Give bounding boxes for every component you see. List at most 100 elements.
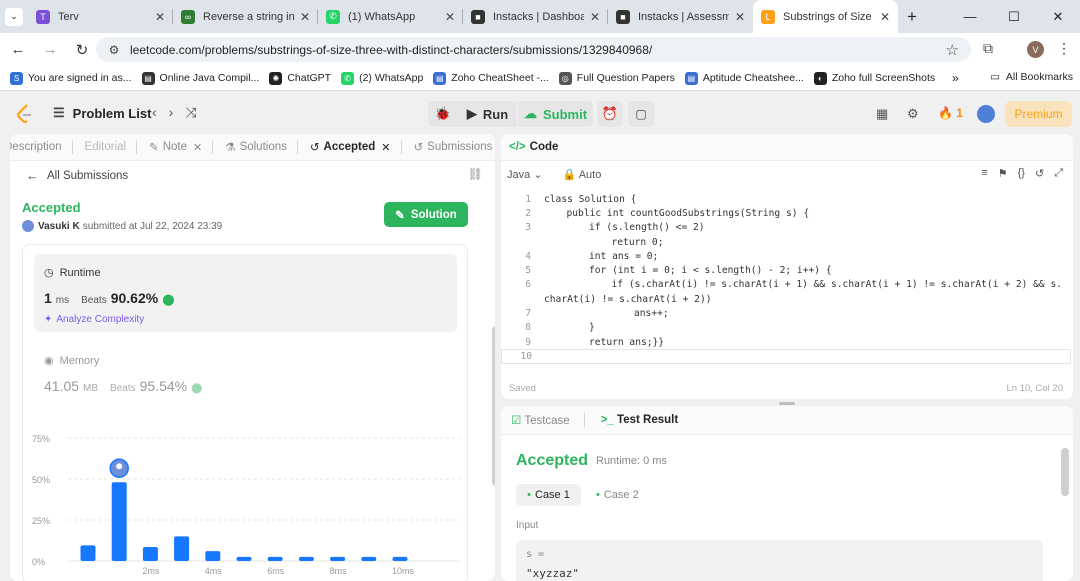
browser-tab[interactable]: ■ Instacks | Assessment ✕ (608, 0, 753, 33)
browser-tab[interactable]: ✆ (1) WhatsApp ✕ (318, 0, 463, 33)
bookmark-item[interactable]: ▤ Aptitude Cheatshee... (684, 71, 804, 85)
site-info-icon[interactable]: ⚙ (102, 43, 126, 57)
maximize-button[interactable]: ☐ (992, 0, 1036, 33)
leetcode-logo-icon[interactable] (16, 104, 34, 124)
next-problem-icon[interactable]: › (169, 104, 174, 121)
code-line[interactable]: 4 int ans = 0; (501, 249, 1073, 263)
run-button[interactable]: ▶ Run (458, 101, 517, 127)
tab-note[interactable]: ✎ Note ✕ (149, 140, 202, 154)
link-icon[interactable]: ⛓ (468, 167, 483, 181)
url-field[interactable]: ⚙ leetcode.com/problems/substrings-of-si… (96, 37, 971, 62)
chart-bar[interactable] (330, 556, 346, 561)
bookmark-item[interactable]: ◎ Full Question Papers (558, 71, 675, 85)
fullscreen-icon[interactable]: ⤢ (1054, 167, 1063, 180)
tab-accepted[interactable]: ↺ Accepted ✕ (310, 140, 391, 154)
auto-mode-toggle[interactable]: 🔒 Auto (563, 168, 602, 181)
tab-search-button[interactable]: ⌄ (0, 0, 28, 33)
code-line[interactable]: 1 class Solution { (501, 192, 1073, 206)
tab-editorial[interactable]: Editorial (85, 141, 127, 153)
forward-button[interactable]: → (36, 36, 64, 64)
tab-test-result[interactable]: >_ Test Result (601, 414, 678, 426)
bookmark-item[interactable]: ▤ Zoho CheatSheet -... (433, 71, 549, 85)
close-tab-icon[interactable]: ✕ (155, 10, 165, 24)
chart-bar[interactable] (111, 482, 127, 561)
chart-bar[interactable] (361, 556, 377, 561)
bookmark-star-icon[interactable]: ☆ (946, 41, 959, 59)
code-line[interactable]: 2 public int countGoodSubstrings(String s… (501, 206, 1073, 220)
case-2-tab[interactable]: • Case 2 (596, 489, 639, 501)
language-select[interactable]: Java ⌄ (507, 168, 543, 181)
code-line[interactable]: 7 ans++; (501, 306, 1073, 320)
resize-handle[interactable] (779, 402, 795, 405)
bookmark-item[interactable]: ✺ ChatGPT (269, 71, 331, 85)
reload-button[interactable]: ↻ (68, 36, 96, 64)
close-tab-icon[interactable]: ✕ (880, 10, 890, 24)
profile-avatar[interactable]: V (1027, 41, 1044, 58)
code-line[interactable]: 9 return ans;}} (501, 335, 1073, 349)
browser-tab[interactable]: T Terv ✕ (28, 0, 173, 33)
debug-button[interactable]: 🐞 (428, 101, 458, 127)
chart-bar[interactable] (80, 545, 96, 561)
premium-button[interactable]: Premium (1005, 101, 1072, 127)
all-submissions-link[interactable]: ← All Submissions (26, 168, 128, 183)
close-icon[interactable]: ✕ (193, 141, 202, 154)
code-line[interactable]: charAt(i) != s.charAt(i + 2)) (501, 292, 1073, 306)
more-bookmarks-icon[interactable]: » (952, 71, 959, 85)
chart-bar[interactable] (205, 551, 221, 561)
scrollbar[interactable] (1061, 448, 1069, 496)
chart-bar[interactable] (298, 556, 314, 561)
close-window-button[interactable]: ✕ (1036, 0, 1080, 33)
close-icon[interactable]: ✕ (381, 141, 390, 154)
browser-tab[interactable]: L Substrings of Size Th ✕ (753, 0, 898, 33)
code-line[interactable]: 3 if (s.length() <= 2) (501, 221, 1073, 235)
runtime-card[interactable]: ◷ Runtime 1 ms Beats 90.62% ⬤ ✦ Analyze Comple… (34, 254, 457, 332)
code-line[interactable]: 10 (501, 349, 1071, 364)
username[interactable]: Vasuki K (38, 221, 80, 232)
code-line[interactable]: return 0; (501, 235, 1073, 249)
settings-gear-icon[interactable]: ⚙ (907, 106, 919, 122)
code-line[interactable]: 6 if (s.charAt(i) != s.charAt(i + 1) && s… (501, 278, 1073, 292)
format-icon[interactable]: ≡ (981, 167, 987, 180)
streak-counter[interactable]: 🔥 1 (938, 106, 963, 120)
bookmark-item[interactable]: ◐ Zoho full ScreenShots (813, 71, 935, 85)
code-editor[interactable]: 1 class Solution {2 public int countGoodSu… (501, 192, 1073, 364)
close-tab-icon[interactable]: ✕ (300, 10, 310, 24)
close-tab-icon[interactable]: ✕ (445, 10, 455, 24)
extensions-icon[interactable]: ⧉ (983, 40, 993, 57)
close-tab-icon[interactable]: ✕ (590, 10, 600, 24)
browser-tab[interactable]: ■ Instacks | Dashboard ✕ (463, 0, 608, 33)
memory-label[interactable]: ◉ Memory (44, 354, 99, 368)
analyze-complexity-link[interactable]: ✦ Analyze Complexity (44, 314, 144, 325)
close-tab-icon[interactable]: ✕ (735, 10, 745, 24)
timer-button[interactable]: ⏰ (597, 101, 623, 127)
case-1-tab[interactable]: • Case 1 (516, 484, 581, 506)
all-bookmarks-button[interactable]: ▭ All Bookmarks (990, 71, 1073, 83)
solution-button[interactable]: ✎ Solution (384, 202, 468, 227)
code-line[interactable]: 8} (501, 321, 1073, 335)
tab-testcase[interactable]: ☑ Testcase (511, 413, 570, 427)
bookmark-item[interactable]: ▤ Online Java Compil... (141, 71, 259, 85)
browser-menu-icon[interactable]: ⋮ (1057, 40, 1071, 57)
tab-submissions[interactable]: ↺ Submissions (414, 140, 493, 154)
chart-bar[interactable] (392, 556, 408, 561)
tab-solutions[interactable]: ⚗ Solutions (225, 140, 287, 154)
chart-bar[interactable] (267, 556, 283, 561)
bookmark-item[interactable]: S You are signed in as... (10, 71, 132, 85)
browser-tab[interactable]: ∞ Reverse a string in Ja ✕ (173, 0, 318, 33)
minimize-button[interactable]: — (948, 0, 992, 33)
problem-list-button[interactable]: ☰ Problem List (53, 105, 151, 121)
chart-bar[interactable] (142, 547, 158, 561)
layout-icon[interactable]: ▦ (876, 106, 888, 122)
bookmark-item[interactable]: ✆ (2) WhatsApp (341, 71, 423, 85)
chart-bar[interactable] (236, 556, 252, 561)
tab-description[interactable]: Description (10, 141, 62, 153)
back-button[interactable]: ← (4, 36, 32, 64)
code-line[interactable]: 5 for (int i = 0; i < s.length() - 2; i++… (501, 263, 1073, 277)
bookmark-icon[interactable]: ⚑ (998, 167, 1008, 180)
submit-button[interactable]: ☁ Submit (518, 101, 593, 127)
scrollbar[interactable] (492, 326, 495, 486)
notes-button[interactable]: ▢ (628, 101, 654, 127)
prev-problem-icon[interactable]: ‹ (152, 104, 157, 121)
chart-bar[interactable] (174, 536, 190, 561)
braces-icon[interactable]: {} (1018, 167, 1025, 180)
